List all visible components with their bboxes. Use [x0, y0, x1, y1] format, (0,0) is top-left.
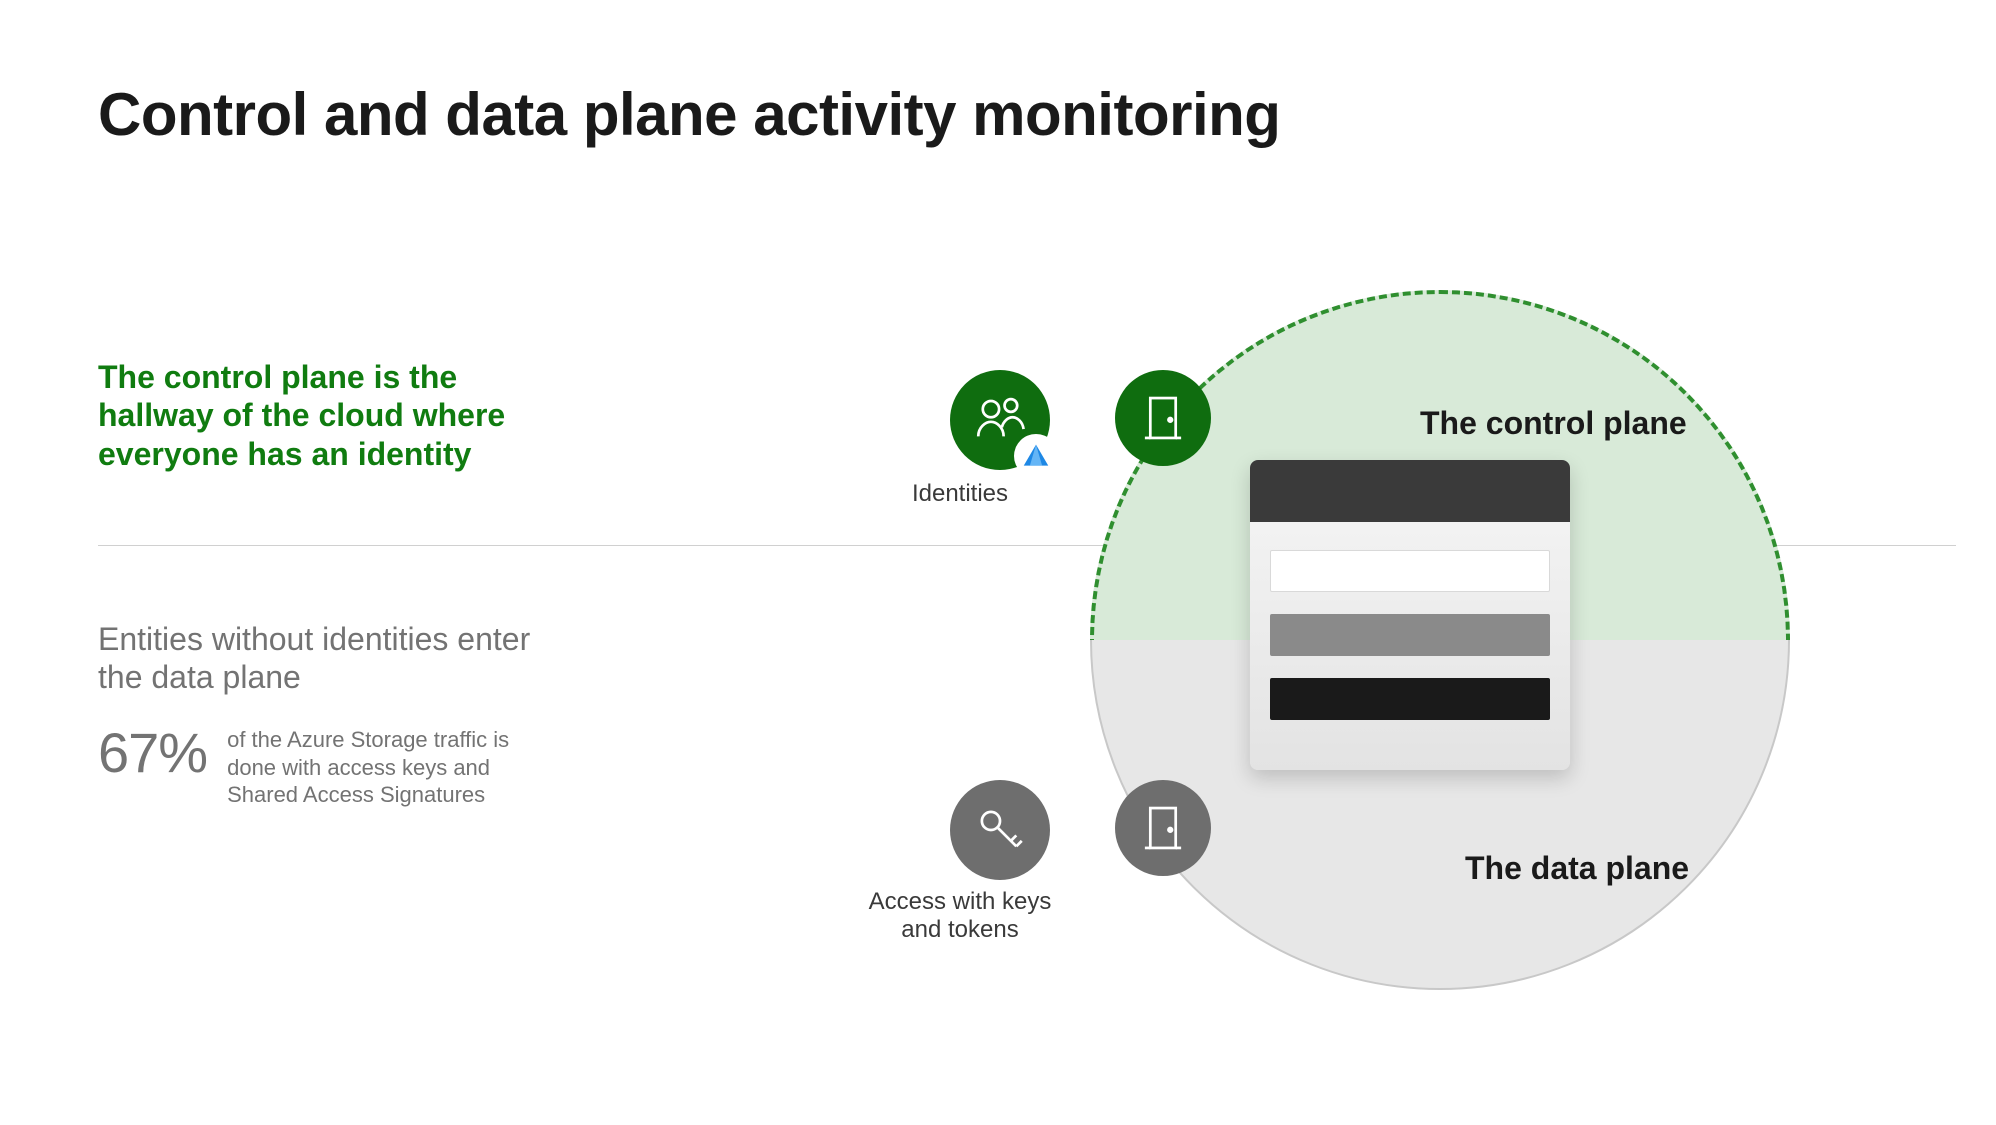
- stat-value: 67%: [98, 720, 207, 785]
- data-plane-description: Entities without identities enter the da…: [98, 620, 558, 697]
- access-keys-label: Access with keys and tokens: [860, 888, 1060, 943]
- resource-box-icon: [1250, 460, 1570, 770]
- control-plane-label: The control plane: [1420, 405, 1687, 442]
- stat-caption: of the Azure Storage traffic is done wit…: [227, 720, 527, 809]
- data-plane-label: The data plane: [1465, 850, 1689, 887]
- slide-title: Control and data plane activity monitori…: [98, 80, 1280, 149]
- door-icon-top: [1115, 370, 1211, 466]
- identities-icon: [950, 370, 1050, 470]
- control-plane-description: The control plane is the hallway of the …: [98, 358, 558, 473]
- data-plane-stat: 67% of the Azure Storage traffic is done…: [98, 720, 527, 809]
- access-keys-icon: [950, 780, 1050, 880]
- identities-label: Identities: [860, 480, 1060, 508]
- door-icon-bottom: [1115, 780, 1211, 876]
- azure-ad-icon: [1016, 436, 1056, 476]
